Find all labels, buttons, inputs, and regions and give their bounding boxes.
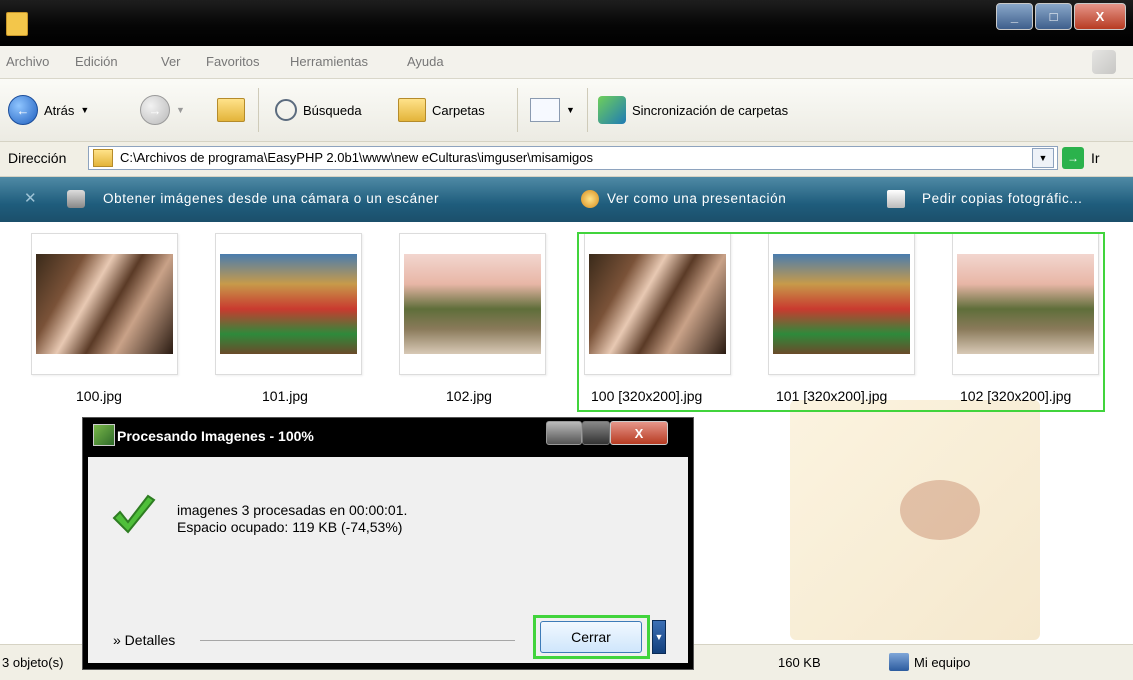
photo-image [220,254,357,354]
back-button[interactable]: ← Atrás ▼ [8,92,89,128]
sync-icon [598,96,626,124]
task-order-prints[interactable]: Pedir copias fotográfic... [922,191,1082,206]
back-label: Atrás [44,102,75,118]
maximize-button[interactable]: □ [1035,3,1072,30]
dialog-close-button[interactable]: X [610,421,668,445]
folder-watermark-image [900,480,980,540]
menu-ayuda[interactable]: Ayuda [407,54,444,69]
views-icon [530,98,560,122]
close-icon: X [634,425,644,441]
result-message: imagenes 3 procesadas en 00:00:01. [177,502,408,518]
search-label: Búsqueda [303,102,362,118]
photo-image [36,254,173,354]
sync-folders-button[interactable]: Sincronización de carpetas [598,92,788,128]
folder-icon [93,149,113,167]
dialog-minimize-button[interactable] [546,421,582,445]
views-button[interactable]: ▼ [530,92,575,128]
search-icon [275,99,297,121]
close-icon[interactable]: ✕ [24,189,37,207]
up-folder-button[interactable] [217,92,245,128]
camera-icon [67,190,85,208]
toolbar-separator [517,88,518,132]
folders-label: Carpetas [432,102,485,118]
space-used-message: Espacio ocupado: 119 KB (-74,53%) [177,519,403,535]
computer-icon [889,653,909,671]
app-image-icon [93,424,115,446]
folders-icon [398,98,426,122]
slideshow-icon [581,190,599,208]
sync-label: Sincronización de carpetas [632,102,789,118]
menu-archivo[interactable]: Archivo [6,54,49,69]
minimize-button[interactable]: _ [996,3,1033,30]
menu-ver[interactable]: Ver [161,54,181,69]
status-size: 160 KB [778,655,821,670]
folders-button[interactable]: Carpetas [398,92,485,128]
close-dialog-button[interactable]: Cerrar [540,621,642,653]
details-toggle[interactable]: » Detalles [113,632,175,648]
task-slideshow[interactable]: Ver como una presentación [607,191,786,206]
close-button[interactable]: X [1074,3,1126,30]
toolbar-separator [258,88,259,132]
forward-arrow-icon: → [140,95,170,125]
status-object-count: 3 objeto(s) [2,655,64,670]
address-dropdown-button[interactable]: ▼ [1032,148,1054,168]
file-thumbnail-102[interactable] [399,233,546,375]
print-order-icon [887,190,905,208]
file-name[interactable]: 102.jpg [446,388,492,404]
checkmark-icon [112,494,156,534]
file-thumbnail-100[interactable] [31,233,178,375]
highlight-box-resized-files [577,232,1105,412]
address-label: Dirección [8,150,67,166]
go-arrow-icon[interactable]: → [1062,147,1084,169]
status-location: Mi equipo [914,655,971,670]
dialog-maximize-button [582,421,610,445]
windows-logo-icon [1092,50,1116,74]
chevron-down-icon: ▼ [80,105,90,115]
toolbar-separator [587,88,588,132]
menu-edicion[interactable]: Edición [75,54,118,69]
file-name[interactable]: 101.jpg [262,388,308,404]
forward-button[interactable]: → ▼ [140,92,185,128]
chevron-down-icon: ▼ [566,105,575,115]
back-arrow-icon: ← [8,95,38,125]
minimize-icon: _ [1010,9,1019,24]
dialog-title: Procesando Imagenes - 100% [117,428,314,444]
chevron-down-icon: ▼ [176,105,185,115]
chevron-down-icon[interactable]: ▼ [652,620,666,654]
file-name[interactable]: 100.jpg [76,388,122,404]
menu-favoritos[interactable]: Favoritos [206,54,259,69]
folder-app-icon [6,12,28,36]
photo-image [404,254,541,354]
maximize-icon: □ [1049,9,1058,24]
window-titlebar[interactable] [0,0,1133,46]
search-button[interactable]: Búsqueda [275,92,362,128]
divider [200,640,515,641]
close-icon: X [1095,9,1105,24]
file-thumbnail-101[interactable] [215,233,362,375]
up-folder-icon [217,98,245,122]
task-camera-scanner[interactable]: Obtener imágenes desde una cámara o un e… [103,191,439,206]
go-button[interactable]: Ir [1091,150,1100,166]
menu-herramientas[interactable]: Herramientas [290,54,368,69]
address-value[interactable]: C:\Archivos de programa\EasyPHP 2.0b1\ww… [120,150,593,165]
